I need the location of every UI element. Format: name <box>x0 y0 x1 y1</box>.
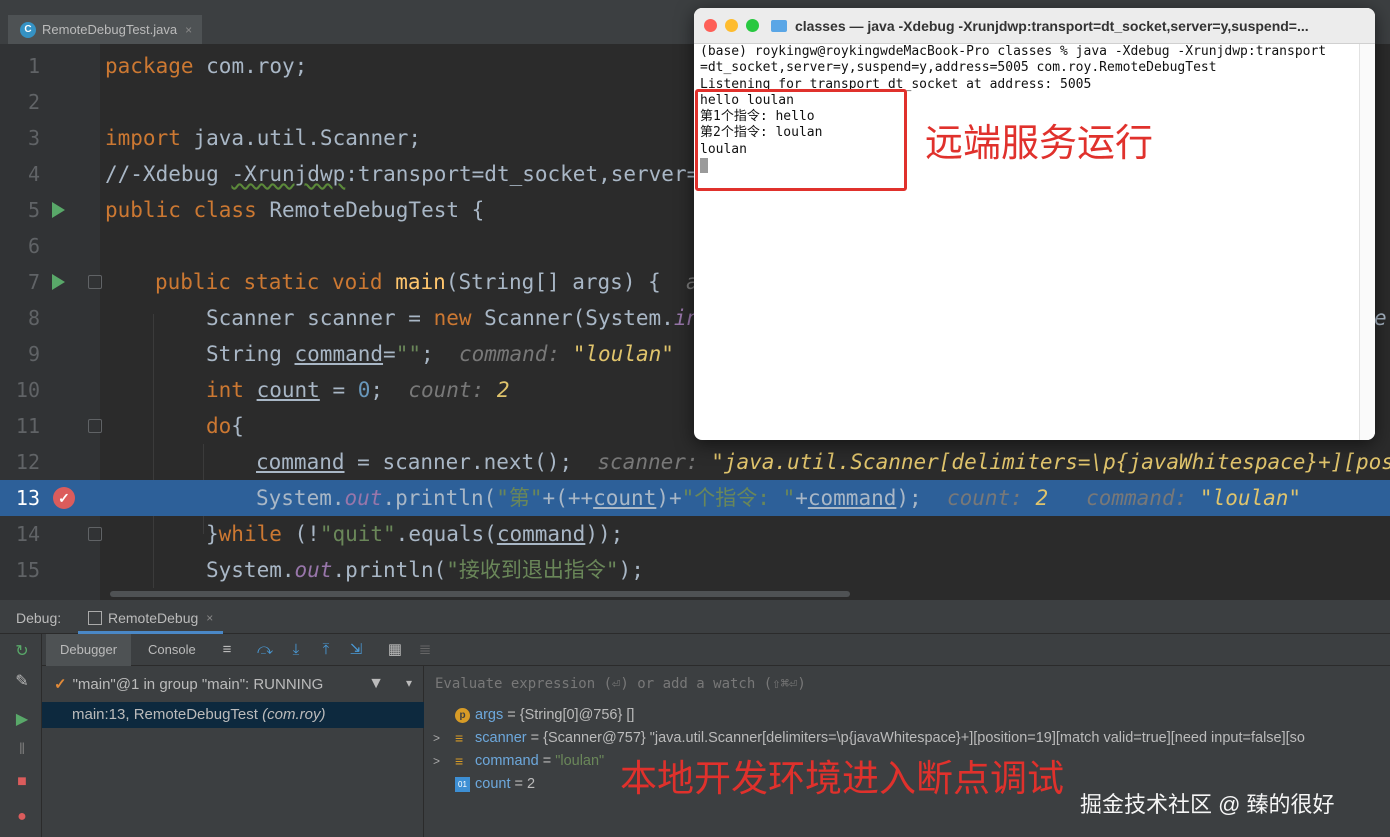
chevron-right-icon[interactable]: > <box>433 750 440 773</box>
evaluate-expression-icon[interactable]: ▦ <box>386 641 404 659</box>
layout-icon[interactable]: ≡ <box>218 641 236 659</box>
tab-remote-debug[interactable]: RemoteDebug × <box>78 604 224 634</box>
tab-label: RemoteDebug <box>108 609 199 626</box>
run-icon[interactable] <box>52 202 65 218</box>
current-execution-line: 13 ✓ System.out.println("第"+(++count)+"个… <box>0 480 1390 516</box>
breakpoint-icon[interactable]: ✓ <box>53 487 75 509</box>
view-breakpoints-icon[interactable]: ● <box>14 809 30 825</box>
terminal-line: (base) roykingw@roykingwdeMacBook-Pro cl… <box>700 44 1327 59</box>
rerun-icon[interactable]: ↻ <box>14 644 30 660</box>
filter-icon[interactable]: ▼ <box>368 675 384 693</box>
thread-selector[interactable]: ✓ "main"@1 in group "main": RUNNING ▼ ▾ <box>42 666 424 702</box>
fold-icon[interactable] <box>88 275 102 289</box>
code-line: 15 System.out.println("接收到退出指令"); <box>0 552 1390 588</box>
variable-row[interactable]: p args = {String[0]@756} [] <box>425 704 1390 727</box>
step-out-icon[interactable]: ⤒ <box>317 641 335 659</box>
terminal-window[interactable]: classes — java -Xdebug -Xrunjdwp:transpo… <box>694 8 1375 440</box>
watermark: 掘金技术社区 @ 臻的很好 <box>1080 792 1335 817</box>
annotation-local: 本地开发环境进入断点调试 <box>620 758 1064 799</box>
editor-horizontal-scrollbar[interactable] <box>100 588 1390 600</box>
debug-side-toolbar: ↻ ✎ ▶ ‖ ■ ● <box>0 634 42 837</box>
stack-frame[interactable]: main:13, RemoteDebugTest (com.roy) <box>42 702 424 728</box>
stop-icon[interactable]: ■ <box>14 774 30 790</box>
minimize-window-button[interactable] <box>725 19 738 32</box>
terminal-line: =dt_socket,server=y,suspend=y,address=50… <box>700 60 1217 76</box>
tab-filename: RemoteDebugTest.java <box>42 22 178 37</box>
line-number: 7 <box>27 270 40 294</box>
line-number: 5 <box>27 198 40 222</box>
line-number: 11 <box>15 414 40 438</box>
line-number: 9 <box>27 342 40 366</box>
chevron-down-icon[interactable]: ▾ <box>406 676 412 690</box>
settings-wrench-icon[interactable]: ✎ <box>14 674 30 690</box>
line-number: 3 <box>27 126 40 150</box>
line-number: 4 <box>27 162 40 186</box>
line-number: 2 <box>27 90 40 114</box>
annotation-remote: 远端服务运行 <box>925 123 1154 165</box>
trace-icon[interactable]: ≣ <box>416 641 434 659</box>
debug-config-icon <box>88 610 102 625</box>
scrollbar-thumb[interactable] <box>110 591 850 597</box>
line-number: 1 <box>27 54 40 78</box>
debug-header: Debug: RemoteDebug × <box>0 600 1390 634</box>
variable-row[interactable]: > ≡ scanner = {Scanner@757} "java.util.S… <box>425 727 1390 750</box>
line-number: 10 <box>15 378 40 402</box>
run-icon[interactable] <box>52 274 65 290</box>
highlight-box <box>695 89 907 191</box>
thread-label: "main"@1 in group "main": RUNNING <box>72 675 324 693</box>
terminal-title-bar[interactable]: classes — java -Xdebug -Xrunjdwp:transpo… <box>694 8 1375 44</box>
parameter-icon: p <box>455 708 470 723</box>
zoom-window-button[interactable] <box>746 19 759 32</box>
field-icon: ≡ <box>455 753 464 769</box>
code-line: 12 command = scanner.next(); scanner: "j… <box>0 444 1390 480</box>
tab-debugger[interactable]: Debugger <box>46 634 132 666</box>
line-number: 15 <box>15 558 40 582</box>
frames-panel: ✓ "main"@1 in group "main": RUNNING ▼ ▾ … <box>42 666 424 837</box>
terminal-scrollbar[interactable] <box>1359 44 1375 440</box>
line-number: 13 <box>15 486 40 510</box>
fold-icon[interactable] <box>88 527 102 541</box>
close-tab-icon[interactable]: × <box>206 611 213 625</box>
debug-subtabs: Debugger Console ≡ ⤼ ⤓ ⤒ ⇲ ▦ ≣ <box>42 634 1390 666</box>
java-class-icon: C <box>20 21 36 38</box>
close-tab-icon[interactable]: × <box>185 23 192 37</box>
line-number: 12 <box>15 450 40 474</box>
line-number: 8 <box>27 306 40 330</box>
field-icon: ≡ <box>455 730 464 746</box>
line-number: 6 <box>27 234 40 258</box>
watch-input[interactable]: Evaluate expression (⏎) or add a watch (… <box>435 676 806 692</box>
step-over-icon[interactable]: ⤼ <box>256 641 274 659</box>
primitive-icon: 01 <box>455 777 470 792</box>
tab-remote-debug-test-java[interactable]: C RemoteDebugTest.java × <box>8 15 203 44</box>
line-number: 14 <box>15 522 40 546</box>
pause-icon[interactable]: ‖ <box>14 742 30 758</box>
fold-icon[interactable] <box>88 419 102 433</box>
code-line: 14 }while (!"quit".equals(command)); <box>0 516 1390 552</box>
resume-icon[interactable]: ▶ <box>14 712 30 728</box>
close-window-button[interactable] <box>704 19 717 32</box>
step-into-icon[interactable]: ⤓ <box>287 641 305 659</box>
terminal-title: classes — java -Xdebug -Xrunjdwp:transpo… <box>795 17 1309 34</box>
tab-console[interactable]: Console <box>134 634 210 666</box>
folder-icon <box>771 19 787 32</box>
thread-check-icon: ✓ <box>54 676 67 693</box>
debug-label: Debug: <box>16 610 62 626</box>
run-to-cursor-icon[interactable]: ⇲ <box>347 641 365 659</box>
chevron-right-icon[interactable]: > <box>433 727 440 750</box>
